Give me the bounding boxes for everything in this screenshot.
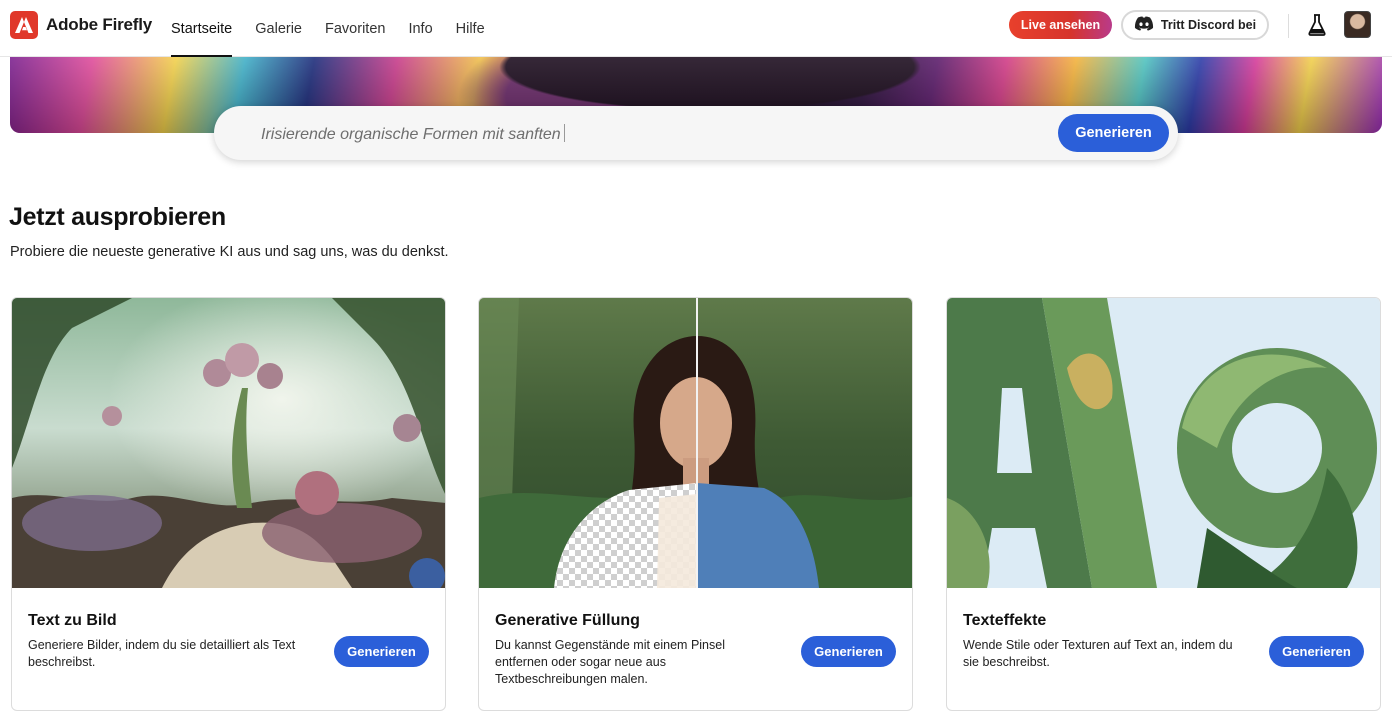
live-watch-button[interactable]: Live ansehen: [1009, 11, 1112, 39]
nav-item-favoriten[interactable]: Favoriten: [325, 0, 385, 57]
discord-icon: [1134, 16, 1154, 34]
adobe-logo-icon: [10, 11, 38, 39]
card-title: Texteffekte: [963, 612, 1047, 629]
discord-join-button[interactable]: Tritt Discord bei: [1121, 10, 1269, 40]
feature-card-text-effects[interactable]: Texteffekte Wende Stile oder Texturen au…: [946, 297, 1381, 711]
nav-item-startseite[interactable]: Startseite: [171, 0, 233, 57]
prompt-placeholder: Irisierende organische Formen mit sanfte…: [261, 126, 561, 143]
feature-card-generative-fill[interactable]: Generative Füllung Du kannst Gegenstände…: [478, 297, 913, 711]
top-navigation-bar: Adobe Firefly Startseite Galerie Favorit…: [0, 0, 1392, 57]
prompt-search-bar[interactable]: Irisierende organische Formen mit sanfte…: [214, 106, 1178, 160]
card-generate-button[interactable]: Generieren: [1269, 636, 1364, 667]
card-description: Du kannst Gegenstände mit einem Pinsel e…: [495, 638, 725, 686]
section-subtitle: Probiere die neueste generative KI aus u…: [10, 244, 449, 260]
nav-item-hilfe[interactable]: Hilfe: [456, 0, 485, 57]
nav-item-galerie[interactable]: Galerie: [255, 0, 302, 57]
card-title: Text zu Bild: [28, 612, 117, 629]
fantasy-garden-image: [12, 298, 445, 588]
generate-button[interactable]: Generieren: [1058, 114, 1169, 152]
brand-name: Adobe Firefly: [46, 15, 153, 34]
feature-card-text-to-image[interactable]: Text zu Bild Generiere Bilder, indem du …: [11, 297, 446, 711]
user-avatar[interactable]: [1344, 11, 1371, 38]
header-divider: [1288, 14, 1289, 38]
prompt-input[interactable]: Irisierende organische Formen mit sanfte…: [261, 124, 565, 144]
card-title: Generative Füllung: [495, 612, 640, 629]
card-generate-button[interactable]: Generieren: [334, 636, 429, 667]
leafy-text-effect-image: [947, 298, 1380, 588]
card-description: Wende Stile oder Texturen auf Text an, i…: [963, 638, 1233, 669]
flask-icon[interactable]: [1307, 14, 1327, 36]
generative-fill-portrait-image: [479, 298, 912, 588]
main-nav: Startseite Galerie Favoriten Info Hilfe: [171, 0, 508, 57]
card-description: Generiere Bilder, indem du sie detaillie…: [28, 638, 296, 669]
brand[interactable]: Adobe Firefly: [10, 11, 152, 39]
text-caret: [563, 124, 565, 142]
nav-item-info[interactable]: Info: [408, 0, 432, 57]
section-title: Jetzt ausprobieren: [9, 203, 226, 231]
discord-button-label: Tritt Discord bei: [1160, 18, 1257, 32]
card-generate-button[interactable]: Generieren: [801, 636, 896, 667]
